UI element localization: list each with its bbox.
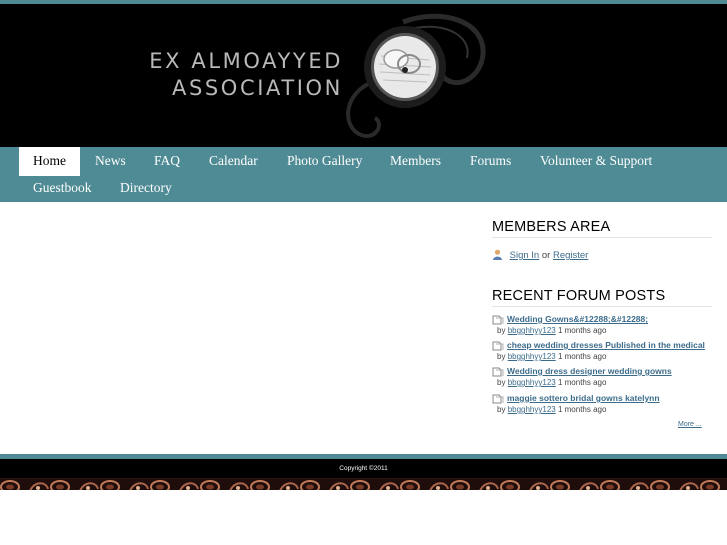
- footer-decorative-pattern: [0, 478, 727, 490]
- members-area-links: Sign In or Register: [492, 249, 588, 261]
- page-content: MEMBERS AREA Sign In or Register RECENT …: [0, 202, 727, 454]
- forum-post-time: 1 months ago: [557, 405, 607, 414]
- copyright-text: Copyright ©2011: [339, 465, 388, 472]
- document-icon: [492, 367, 504, 377]
- site-title: EX ALMOAYYED ASSOCIATION: [0, 48, 343, 102]
- forum-post-time: 1 months ago: [557, 352, 607, 361]
- document-icon: [492, 315, 504, 325]
- forum-post-title[interactable]: cheap wedding dresses Published in the m…: [507, 340, 705, 350]
- by-text: by: [497, 352, 506, 361]
- nav-faq[interactable]: FAQ: [154, 147, 180, 176]
- association-logo: [346, 13, 486, 138]
- nav-calendar[interactable]: Calendar: [209, 147, 258, 176]
- by-text: by: [497, 326, 506, 335]
- site-footer: Copyright ©2011: [0, 459, 727, 478]
- document-icon: [492, 394, 504, 404]
- site-title-line-2: ASSOCIATION: [171, 76, 343, 100]
- forum-post-author[interactable]: bbgghhyy123: [508, 405, 556, 414]
- nav-news[interactable]: News: [95, 147, 126, 176]
- members-area-title: MEMBERS AREA: [492, 219, 712, 238]
- or-text: or: [541, 250, 551, 261]
- register-link[interactable]: Register: [553, 250, 588, 261]
- sign-in-link[interactable]: Sign In: [510, 250, 540, 261]
- nav-directory[interactable]: Directory: [120, 174, 172, 203]
- document-icon: [492, 341, 504, 351]
- paisley-pattern-graphic: [0, 479, 727, 490]
- forum-post-author[interactable]: bbgghhyy123: [508, 326, 556, 335]
- nav-photo-gallery[interactable]: Photo Gallery: [287, 147, 362, 176]
- nav-volunteer-support[interactable]: Volunteer & Support: [540, 147, 652, 176]
- more-posts-link[interactable]: More ...: [678, 421, 702, 428]
- forum-post-author[interactable]: bbgghhyy123: [508, 352, 556, 361]
- by-text: by: [497, 378, 506, 387]
- forum-post-author[interactable]: bbgghhyy123: [508, 378, 556, 387]
- forum-post-title[interactable]: maggie sottero bridal gowns katelynn: [507, 393, 660, 403]
- forum-post-meta: by bbgghhyy123 1 months ago: [497, 352, 606, 361]
- forum-post-meta: by bbgghhyy123 1 months ago: [497, 378, 606, 387]
- site-title-line-1: EX ALMOAYYED: [149, 49, 343, 73]
- by-text: by: [497, 405, 506, 414]
- main-navigation: Home News FAQ Calendar Photo Gallery Mem…: [0, 147, 727, 202]
- nav-forums[interactable]: Forums: [470, 147, 511, 176]
- user-icon: [493, 249, 502, 260]
- forum-post-time: 1 months ago: [557, 378, 607, 387]
- forum-post-title[interactable]: Wedding dress designer wedding gowns: [507, 366, 672, 376]
- forum-post-meta: by bbgghhyy123 1 months ago: [497, 405, 606, 414]
- nav-members[interactable]: Members: [390, 147, 441, 176]
- nav-guestbook[interactable]: Guestbook: [33, 174, 92, 203]
- forum-post-meta: by bbgghhyy123 1 months ago: [497, 326, 606, 335]
- forum-post-time: 1 months ago: [557, 326, 607, 335]
- site-header: EX ALMOAYYED ASSOCIATION: [0, 4, 727, 147]
- nav-home[interactable]: Home: [19, 147, 80, 176]
- forum-post-title[interactable]: Wedding Gowns&#12288;&#12288;: [507, 314, 648, 324]
- recent-forum-posts-title: RECENT FORUM POSTS: [492, 288, 712, 307]
